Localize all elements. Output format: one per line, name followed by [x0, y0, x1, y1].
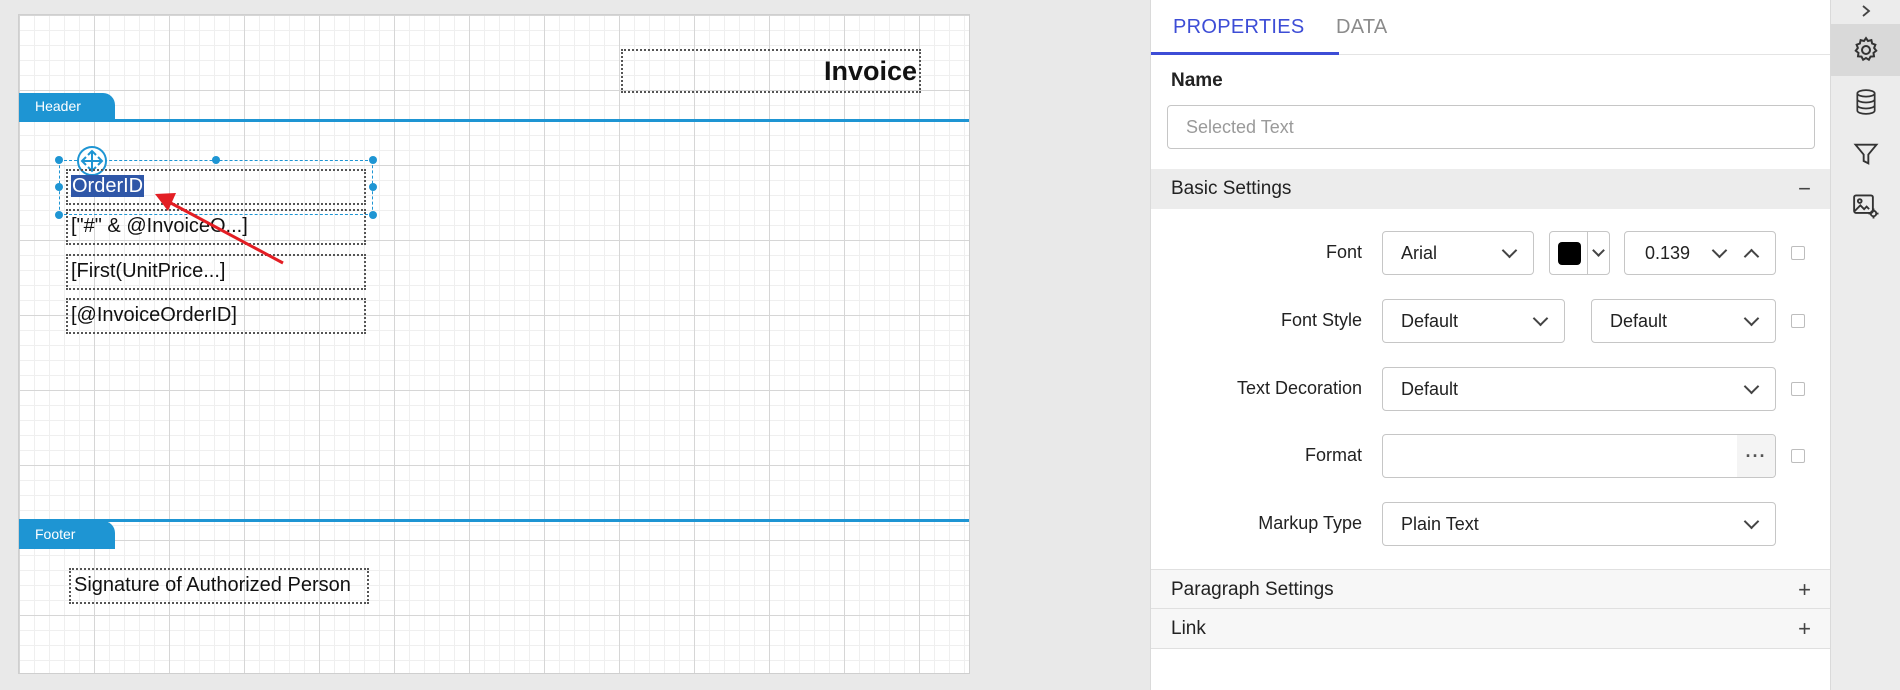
- resize-handle-top-middle[interactable]: [212, 156, 220, 164]
- paragraph-settings-title: Paragraph Settings: [1171, 579, 1334, 600]
- text-decoration-label: Text Decoration: [1236, 378, 1362, 398]
- signature-textbox[interactable]: Signature of Authorized Person: [69, 568, 369, 604]
- font-family-dropdown[interactable]: Arial: [1382, 231, 1534, 275]
- gear-icon[interactable]: [1831, 24, 1900, 76]
- invoice-order-id-textbox[interactable]: [@InvoiceOrderID]: [66, 298, 366, 334]
- font-style-value: Default: [1401, 311, 1459, 331]
- chevron-down-icon: [1743, 513, 1760, 530]
- increment-icon[interactable]: [1743, 248, 1760, 265]
- markup-type-label: Markup Type: [1258, 513, 1362, 533]
- more-options-button[interactable]: ···: [1737, 435, 1775, 477]
- font-color-picker[interactable]: [1549, 231, 1610, 275]
- font-checkbox[interactable]: [1791, 246, 1805, 260]
- text-decoration-value: Default: [1401, 379, 1459, 399]
- chevron-down-icon: [1592, 244, 1605, 257]
- markup-type-value: Plain Text: [1401, 514, 1479, 534]
- text-decoration-checkbox[interactable]: [1791, 382, 1805, 396]
- selected-text-orderid: OrderID: [71, 175, 145, 197]
- font-size-spinner[interactable]: 0.139: [1624, 231, 1776, 275]
- filter-icon[interactable]: [1831, 128, 1900, 180]
- link-title: Link: [1171, 618, 1206, 639]
- report-design-canvas[interactable]: Invoice Header OrderID ["#" & @InvoiceO.…: [18, 14, 970, 674]
- expand-icon[interactable]: +: [1798, 609, 1811, 649]
- text-decoration-dropdown[interactable]: Default: [1382, 367, 1776, 411]
- properties-panel: PROPERTIES DATA Name Selected Text Basic…: [1150, 0, 1831, 690]
- font-size-value: 0.139: [1645, 243, 1691, 263]
- resize-handle-bottom-right[interactable]: [369, 211, 377, 219]
- panel-tabs: PROPERTIES DATA: [1151, 0, 1830, 55]
- chevron-right-icon[interactable]: [1831, 0, 1900, 22]
- markup-type-dropdown[interactable]: Plain Text: [1382, 502, 1776, 546]
- font-style-label: Font Style: [1280, 310, 1362, 330]
- format-value: [1383, 446, 1401, 466]
- paragraph-settings-header[interactable]: Paragraph Settings +: [1151, 569, 1831, 609]
- link-header[interactable]: Link +: [1151, 609, 1831, 649]
- collapse-icon[interactable]: −: [1798, 169, 1811, 209]
- name-input[interactable]: Selected Text: [1167, 105, 1815, 149]
- chevron-down-icon: [1501, 242, 1518, 259]
- chevron-down-icon: [1532, 310, 1549, 327]
- resize-handle-top-left[interactable]: [55, 156, 63, 164]
- font-family-value: Arial: [1401, 243, 1438, 263]
- database-icon[interactable]: [1831, 76, 1900, 128]
- font-weight-dropdown[interactable]: Default: [1591, 299, 1776, 343]
- format-label: Format: [1304, 445, 1362, 465]
- chevron-down-icon: [1743, 378, 1760, 395]
- resize-handle-top-right[interactable]: [369, 156, 377, 164]
- header-band-divider: [19, 119, 969, 122]
- basic-settings-header[interactable]: Basic Settings −: [1151, 169, 1831, 209]
- format-input[interactable]: ···: [1382, 434, 1776, 478]
- expand-icon[interactable]: +: [1798, 570, 1811, 610]
- font-style-dropdown[interactable]: Default: [1382, 299, 1565, 343]
- image-settings-icon[interactable]: [1831, 180, 1900, 232]
- font-label: Font: [1325, 242, 1362, 262]
- resize-handle-middle-right[interactable]: [369, 183, 377, 191]
- invoice-title-textbox[interactable]: Invoice: [621, 49, 921, 93]
- font-weight-value: Default: [1610, 311, 1668, 331]
- tab-data[interactable]: DATA: [1336, 0, 1388, 55]
- side-toolbar: [1830, 0, 1900, 690]
- annotation-arrow: [155, 193, 284, 265]
- footer-band-divider: [19, 519, 969, 522]
- tab-properties[interactable]: PROPERTIES: [1151, 0, 1339, 55]
- name-label: Name: [1171, 70, 1223, 91]
- resize-handle-bottom-left[interactable]: [55, 211, 63, 219]
- header-band-tab[interactable]: Header: [19, 93, 115, 121]
- resize-handle-middle-left[interactable]: [55, 183, 63, 191]
- footer-band-tab[interactable]: Footer: [19, 521, 115, 549]
- format-checkbox[interactable]: [1791, 449, 1805, 463]
- color-swatch: [1558, 242, 1581, 265]
- basic-settings-title: Basic Settings: [1171, 178, 1292, 199]
- decrement-icon[interactable]: [1711, 242, 1728, 259]
- font-style-checkbox[interactable]: [1791, 314, 1805, 328]
- color-picker-divider: [1587, 232, 1588, 274]
- chevron-down-icon: [1743, 310, 1760, 327]
